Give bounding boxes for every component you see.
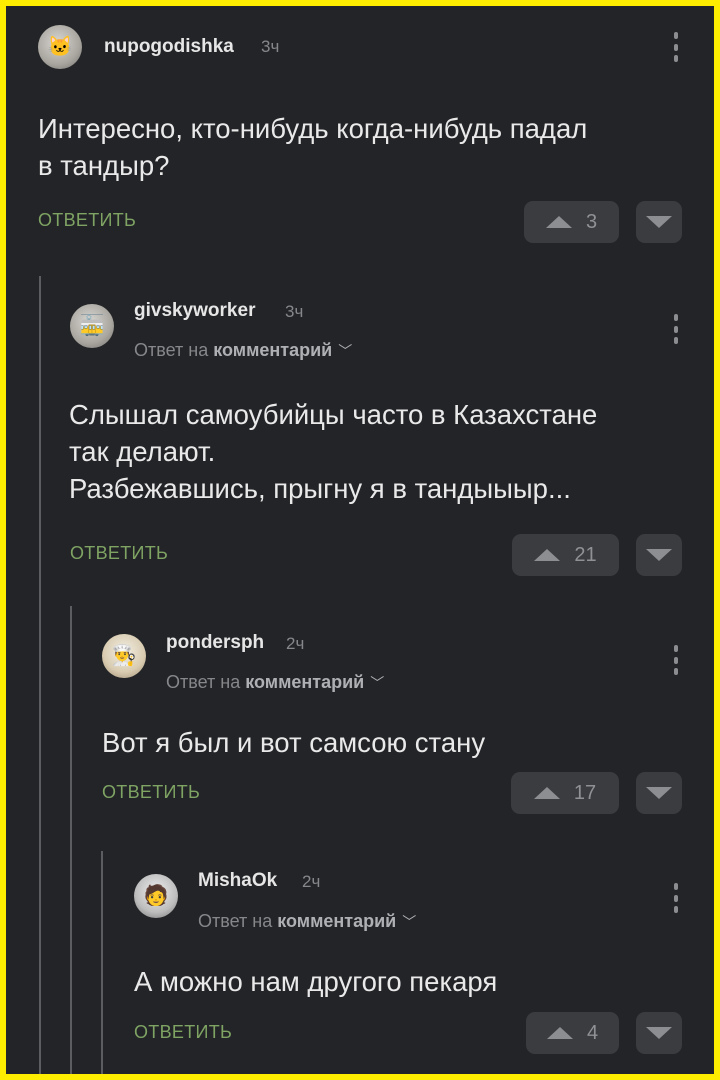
timestamp: 3ч	[261, 37, 280, 56]
more-options-icon[interactable]	[673, 32, 679, 62]
downvote-button[interactable]	[636, 772, 682, 814]
username[interactable]: givskyworker	[134, 300, 255, 322]
thread-line	[101, 851, 103, 1074]
downvote-button[interactable]	[636, 534, 682, 576]
user-avatar-icon: 👨‍🍳	[111, 645, 137, 667]
avatar[interactable]: 👨‍🍳	[102, 634, 146, 678]
upvote-arrow-icon	[534, 549, 561, 561]
more-options-icon[interactable]	[673, 645, 679, 675]
reply-to-prefix: Ответ на	[134, 340, 209, 360]
avatar[interactable]: 🚋	[70, 304, 114, 348]
comment-text: А можно нам другого пекаря	[134, 966, 498, 997]
upvote-button[interactable]: 3	[524, 201, 619, 243]
chevron-down-icon: ﹀	[338, 343, 353, 359]
downvote-button[interactable]	[636, 201, 682, 243]
reply-to-label[interactable]: Ответ на комментарий ﹀	[134, 340, 352, 361]
downvote-arrow-icon	[646, 549, 672, 561]
timestamp: 2ч	[286, 634, 305, 653]
reply-button[interactable]: ОТВЕТИТЬ	[70, 543, 168, 564]
chevron-down-icon: ﹀	[402, 914, 417, 930]
vote-count: 21	[574, 543, 597, 566]
more-options-icon[interactable]	[673, 883, 679, 913]
comment-text: Интересно, кто-нибудь когда-нибудь падал…	[38, 113, 588, 181]
thread-line	[39, 276, 41, 1074]
avatar[interactable]: 🐱	[38, 25, 82, 69]
upvote-arrow-icon	[545, 216, 572, 228]
timestamp: 2ч	[302, 872, 321, 891]
reply-to-target: комментарий	[213, 340, 333, 360]
more-options-icon[interactable]	[673, 314, 679, 344]
upvote-button[interactable]: 4	[526, 1012, 619, 1054]
username[interactable]: pondersph	[166, 632, 264, 654]
reply-to-target: комментарий	[277, 911, 397, 931]
downvote-button[interactable]	[636, 1012, 682, 1054]
chevron-down-icon: ﹀	[370, 675, 385, 691]
reply-button[interactable]: ОТВЕТИТЬ	[102, 782, 200, 803]
vote-count: 3	[585, 210, 598, 233]
username[interactable]: nupogodishka	[104, 36, 234, 58]
comment-text: Вот я был и вот самсою стану	[102, 727, 486, 758]
thread-line	[70, 606, 72, 1074]
downvote-arrow-icon	[646, 216, 672, 228]
upvote-button[interactable]: 21	[512, 534, 619, 576]
vote-count: 17	[573, 781, 597, 804]
reply-button[interactable]: ОТВЕТИТЬ	[134, 1022, 232, 1043]
reply-to-label[interactable]: Ответ на комментарий ﹀	[198, 911, 416, 932]
user-avatar-icon: 🧑	[143, 885, 169, 907]
avatar[interactable]: 🧑	[134, 874, 178, 918]
reply-button[interactable]: ОТВЕТИТЬ	[38, 210, 136, 231]
reply-to-prefix: Ответ на	[166, 672, 241, 692]
upvote-button[interactable]: 17	[511, 772, 619, 814]
user-avatar-icon: 🐱	[47, 36, 73, 58]
comment-text: Слышал самоубийцы часто в Казахстане так…	[69, 399, 598, 504]
upvote-arrow-icon	[533, 787, 560, 799]
vote-count: 4	[586, 1021, 599, 1044]
downvote-arrow-icon	[646, 1027, 672, 1039]
reply-to-target: комментарий	[245, 672, 365, 692]
username[interactable]: MishaOk	[198, 870, 277, 892]
reply-to-label[interactable]: Ответ на комментарий ﹀	[166, 672, 384, 693]
reply-to-prefix: Ответ на	[198, 911, 273, 931]
timestamp: 3ч	[285, 302, 304, 321]
user-avatar-icon: 🚋	[79, 315, 105, 337]
downvote-arrow-icon	[646, 787, 672, 799]
upvote-arrow-icon	[546, 1027, 573, 1039]
comment-thread: 🐱 nupogodishka 3ч Интересно, кто-нибудь …	[6, 6, 714, 1074]
